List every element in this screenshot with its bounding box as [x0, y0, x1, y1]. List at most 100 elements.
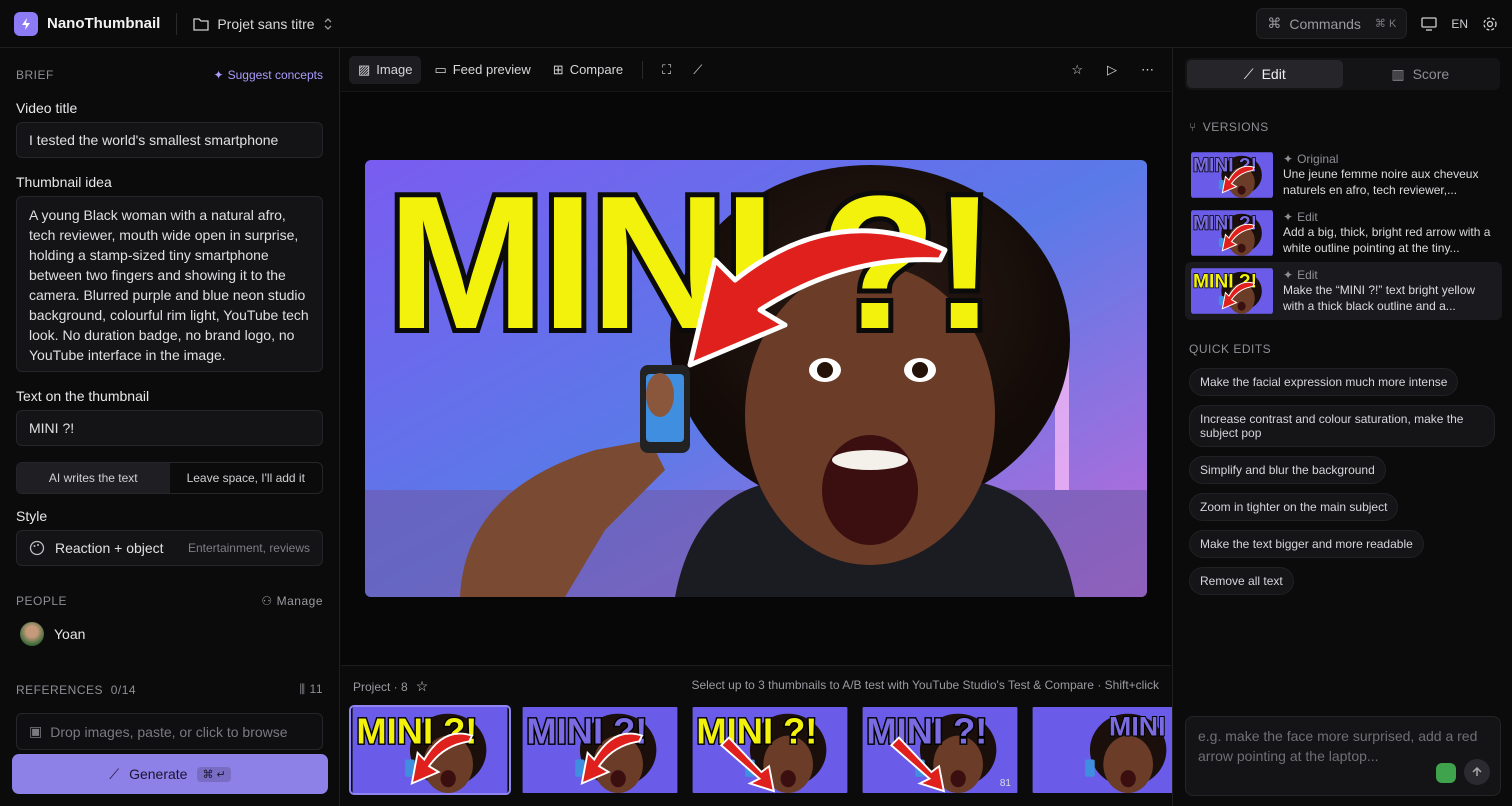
project-selector[interactable]: Projet sans titre — [193, 16, 332, 32]
version-item[interactable]: MINI ?! ✦ Edit Add a big, thick, bright red… — [1185, 204, 1502, 262]
ai-writes-text-option[interactable]: AI writes the text — [17, 463, 170, 493]
gear-icon[interactable] — [1482, 16, 1498, 32]
thumbnail-text-input[interactable]: MINI ?! — [16, 410, 323, 446]
video-title-input[interactable]: I tested the world's smallest smartphone — [16, 122, 323, 158]
generate-shortcut: ⌘ ↵ — [197, 766, 231, 782]
version-item[interactable]: MINI ?! ✦ Original Une jeune femme noire au… — [1185, 146, 1502, 204]
style-label: Style — [16, 508, 48, 524]
person-name: Yoan — [54, 626, 86, 642]
language-switch[interactable]: EN — [1451, 17, 1468, 31]
version-tag: ✦ Edit — [1283, 210, 1318, 224]
feed-icon: ▭ — [434, 61, 447, 77]
tab-image[interactable]: ▨ Image — [349, 55, 422, 84]
library-button[interactable]: ⫼ 11 — [300, 682, 324, 697]
prompt-placeholder: e.g. make the face more surprised, add a… — [1198, 728, 1478, 764]
quick-edits-list: Make the facial expression much more int… — [1173, 368, 1512, 604]
divider — [642, 60, 644, 79]
version-item[interactable]: MINI ?! ✦ Edit Make the “MINI ?!” text brig… — [1185, 262, 1502, 320]
generate-button[interactable]: ⟋ Generate ⌘ ↵ — [12, 754, 328, 794]
thumbnail-item[interactable]: MINI ?! — [689, 705, 851, 795]
main-thumbnail-image[interactable]: MINI ?! — [365, 160, 1147, 597]
panel-tabs: ⟋ Edit ▥ Score — [1185, 58, 1500, 90]
brief-title: BRIEF — [16, 68, 54, 82]
thumbnail-item[interactable]: MINI ?! — [519, 705, 681, 795]
brief-header: BRIEF ✦ Suggest concepts — [16, 68, 323, 82]
version-tag: ✦ Edit — [1283, 268, 1318, 282]
brief-panel: BRIEF ✦ Suggest concepts Video title I te… — [0, 48, 340, 806]
project-strip: Project · 8 ☆ Select up to 3 thumbnails t… — [341, 665, 1188, 806]
crop-icon[interactable]: ⛶ — [653, 56, 680, 84]
assistant-bot-icon[interactable] — [1436, 763, 1456, 783]
tab-score[interactable]: ▥ Score — [1343, 60, 1499, 88]
thumbnail-item[interactable]: MINI ?! — [349, 705, 511, 795]
thumb-text: MINI ?! — [526, 710, 647, 751]
quick-edit-chip[interactable]: Make the facial expression much more int… — [1189, 368, 1459, 396]
quick-edit-chip[interactable]: Increase contrast and colour saturation,… — [1189, 405, 1495, 447]
quick-edit-chip[interactable]: Simplify and blur the background — [1189, 456, 1386, 484]
send-arrow-icon[interactable] — [1464, 759, 1490, 785]
image-add-icon: ▣ — [29, 723, 43, 739]
thumb-text: MINI ?! — [696, 710, 817, 751]
monitor-icon[interactable] — [1421, 16, 1437, 31]
app-name: NanoThumbnail — [47, 15, 161, 32]
style-selector[interactable]: Reaction + object Entertainment, reviews — [16, 530, 323, 566]
hero-text: MINI ?! — [387, 160, 992, 369]
people-title: PEOPLE — [16, 594, 68, 608]
suggest-concepts-link[interactable]: ✦ Suggest concepts — [214, 68, 323, 82]
thumbnail-item[interactable]: MINI — [1029, 705, 1191, 795]
star-icon[interactable]: ☆ — [416, 678, 429, 695]
tab-compare[interactable]: ⊞ Compare — [544, 56, 632, 84]
video-title-label: Video title — [16, 100, 78, 116]
tab-score-label: Score — [1412, 66, 1450, 82]
thumbnail-idea-label: Thumbnail idea — [16, 174, 112, 190]
user-icon: ⚇ — [261, 594, 273, 608]
magic-wand-icon[interactable]: ⟋ — [684, 56, 711, 84]
tab-feed-preview[interactable]: ▭ Feed preview — [425, 56, 539, 84]
thumb-badge: 81 — [999, 778, 1011, 789]
quick-edits-header: QUICK EDITS — [1189, 342, 1272, 356]
leave-space-option[interactable]: Leave space, I'll add it — [170, 463, 323, 493]
references-count: 0/14 — [110, 682, 137, 697]
people-header: PEOPLE ⚇ Manage — [16, 594, 323, 608]
versions-list: MINI ?! ✦ Original Une jeune femme noire au… — [1173, 146, 1512, 320]
quick-edit-chip[interactable]: Zoom in tighter on the main subject — [1189, 493, 1399, 521]
edit-panel: ⟋ Edit ▥ Score ⑂ VERSIONS MINI ?! ✦ Original U… — [1172, 48, 1512, 806]
versions-title: VERSIONS — [1202, 120, 1269, 134]
version-description: Add a big, thick, bright red arrow with … — [1283, 225, 1491, 255]
commands-label: Commands — [1289, 15, 1361, 32]
thumbnail-idea-textarea[interactable]: A young Black woman with a natural afro,… — [16, 196, 323, 372]
version-description: Une jeune femme noire aux cheveux nature… — [1283, 167, 1479, 197]
more-icon[interactable]: ⋯ — [1132, 56, 1163, 84]
grid-icon: ⊞ — [552, 61, 564, 77]
command-icon: ⌘ — [1267, 15, 1282, 31]
version-tag: ✦ Original — [1283, 152, 1339, 166]
quick-edit-chip[interactable]: Remove all text — [1189, 567, 1294, 595]
library-count: 11 — [309, 682, 323, 696]
app-logo-icon[interactable] — [14, 11, 38, 36]
play-icon[interactable]: ▷ — [1098, 56, 1126, 84]
thumbnail-strip: MINI ?! MINI ?! MINI ?! MINI ?! 81 MINI — [349, 705, 1191, 795]
manage-label: Manage — [276, 594, 323, 608]
dropzone-text: Drop images, paste, or click to browse — [50, 723, 288, 740]
reference-dropzone[interactable]: ▣ Drop images, paste, or click to browse — [16, 713, 323, 750]
manage-people-button[interactable]: ⚇ Manage — [261, 594, 323, 608]
tab-image-label: Image — [376, 62, 413, 77]
tab-edit[interactable]: ⟋ Edit — [1187, 60, 1343, 88]
references-header: REFERENCES 0/14 ⫼ 11 — [16, 682, 323, 697]
sparkle-icon: ✦ — [213, 68, 224, 82]
generate-label: Generate — [129, 766, 188, 782]
folder-icon — [193, 17, 209, 31]
star-icon[interactable]: ☆ — [1062, 56, 1092, 84]
top-bar: NanoThumbnail Projet sans titre ⌘ Comman… — [0, 0, 1512, 48]
thumbnail-item[interactable]: MINI ?! 81 — [859, 705, 1021, 795]
tab-compare-label: Compare — [569, 62, 624, 77]
style-name: Reaction + object — [55, 540, 164, 556]
canvas-toolbar: ▨ Image ▭ Feed preview ⊞ Compare ⛶ ⟋ ☆ ▷ ⋯ — [341, 48, 1171, 92]
quick-edit-chip[interactable]: Make the text bigger and more readable — [1189, 530, 1424, 558]
commands-button[interactable]: ⌘ Commands ⌘ K — [1256, 8, 1408, 39]
style-hint: Entertainment, reviews — [187, 541, 310, 555]
thumbnail-text-label: Text on the thumbnail — [16, 388, 150, 404]
edit-prompt-input[interactable]: e.g. make the face more surprised, add a… — [1185, 716, 1501, 796]
person-chip[interactable]: Yoan — [16, 622, 323, 646]
versions-header: ⑂ VERSIONS — [1189, 120, 1512, 134]
